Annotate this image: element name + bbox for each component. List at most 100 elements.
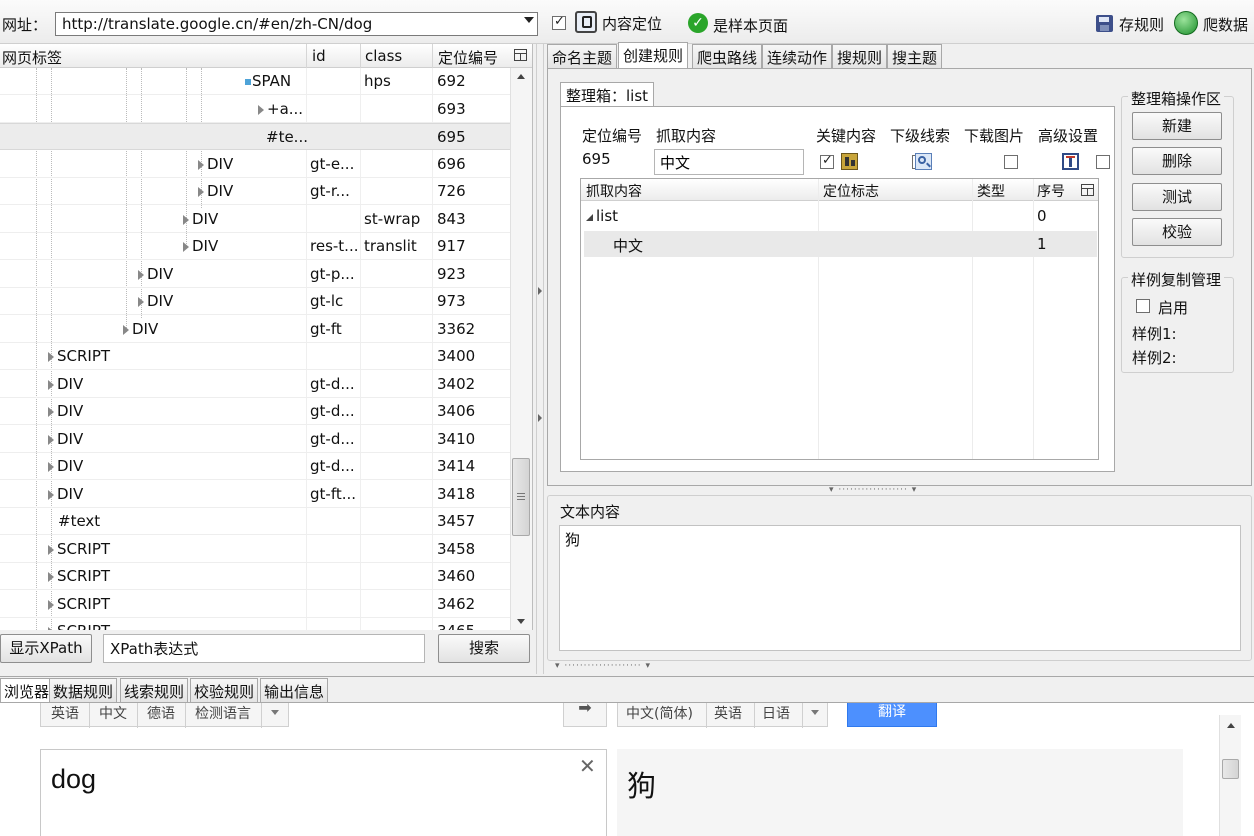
tree-row[interactable]: DIV gt-d... 3402 [0, 371, 510, 398]
expand-triangle-icon[interactable] [123, 324, 129, 335]
grid-row-list[interactable]: list 0 [581, 203, 1098, 230]
tree-row[interactable]: DIV gt-lc 973 [0, 288, 510, 315]
expand-triangle-icon[interactable] [48, 407, 54, 417]
scroll-up-icon[interactable] [517, 74, 525, 79]
text-format-icon[interactable] [1062, 153, 1079, 170]
tab-data-rules[interactable]: 数据规则 [49, 678, 118, 702]
chevron-down-icon[interactable] [524, 17, 534, 23]
grid-col-flag[interactable]: 定位标志 [823, 181, 879, 201]
expand-triangle-icon[interactable] [183, 214, 189, 225]
check-circle-icon[interactable]: ✓ [688, 13, 708, 33]
horizontal-splitter[interactable]: ▾ ·················· ▾ [547, 485, 1252, 495]
src-lang-en[interactable]: 英语 [51, 703, 79, 723]
tree-row[interactable]: SCRIPT 3465 [0, 618, 510, 630]
tree-row[interactable]: DIV gt-d... 3406 [0, 398, 510, 425]
tree-row[interactable]: #te... 695 [0, 123, 510, 150]
tree-row[interactable]: DIV gt-r... 726 [0, 178, 510, 205]
tree-row[interactable]: #text 3457 [0, 508, 510, 535]
translate-button[interactable]: 翻译 [847, 703, 937, 727]
scroll-up-icon[interactable] [1227, 723, 1235, 728]
advanced-settings-checkbox[interactable] [1096, 155, 1111, 169]
tree-row[interactable]: DIV gt-ft 3362 [0, 316, 510, 343]
source-text-area[interactable]: dog ✕ [40, 749, 607, 836]
bottom-splitter[interactable]: ▾ ···················· ▾ [547, 661, 1252, 672]
expand-triangle-icon[interactable] [48, 379, 54, 390]
scroll-thumb[interactable] [1222, 759, 1239, 779]
src-lang-zh[interactable]: 中文 [99, 703, 127, 723]
tree-row[interactable]: SCRIPT 3462 [0, 591, 510, 618]
expand-triangle-icon[interactable] [48, 462, 54, 472]
tree-row[interactable]: DIV gt-p... 923 [0, 261, 510, 288]
tree-row[interactable]: DIV gt-d... 3410 [0, 426, 510, 453]
tgt-lang-zh[interactable]: 中文(简体) [626, 703, 693, 723]
expand-triangle-icon[interactable] [258, 104, 264, 115]
crawl-data-button[interactable]: 爬数据 [1203, 14, 1248, 35]
expand-triangle-icon[interactable] [48, 599, 54, 610]
col-header-id[interactable]: id [312, 47, 326, 65]
tab-search-rule[interactable]: 搜规则 [832, 44, 888, 68]
scroll-down-icon[interactable] [517, 619, 525, 624]
expand-triangle-icon[interactable] [48, 627, 54, 630]
tree-row[interactable]: DIV st-wrap 843 [0, 206, 510, 233]
col-header-position[interactable]: 定位编号 [438, 47, 498, 68]
magnifier-icon[interactable] [915, 153, 932, 170]
column-chooser-icon[interactable] [1081, 184, 1094, 196]
expand-triangle-icon[interactable] [48, 489, 54, 500]
tab-crawler-route[interactable]: 爬虫路线 [692, 44, 763, 68]
tree-scrollbar[interactable] [510, 68, 532, 630]
grid-col-type[interactable]: 类型 [977, 181, 1005, 201]
vertical-splitter[interactable] [536, 44, 544, 674]
swap-languages-button[interactable]: ➡ [563, 703, 607, 727]
verify-button[interactable]: 校验 [1132, 218, 1222, 246]
column-chooser-icon[interactable] [514, 49, 527, 61]
tab-naming-topic[interactable]: 命名主题 [547, 44, 618, 68]
expand-triangle-icon[interactable] [138, 297, 144, 307]
grid-col-index[interactable]: 序号 [1037, 181, 1065, 201]
key-content-checkbox[interactable] [820, 153, 834, 169]
chevron-down-icon[interactable] [271, 710, 279, 715]
expand-triangle-icon[interactable] [138, 269, 144, 280]
grab-content-input[interactable] [654, 149, 804, 175]
save-disk-icon[interactable] [1096, 15, 1113, 32]
tgt-lang-en[interactable]: 英语 [714, 703, 742, 723]
tab-verify-rules[interactable]: 校验规则 [190, 678, 259, 702]
tab-output-info[interactable]: 输出信息 [260, 678, 329, 702]
tree-row[interactable]: +a... 693 [0, 96, 510, 123]
src-lang-de[interactable]: 德语 [147, 703, 175, 723]
chevron-down-icon[interactable] [811, 710, 819, 715]
col-header-class[interactable]: class [365, 47, 402, 65]
tab-clue-rules[interactable]: 线索规则 [120, 678, 189, 702]
save-rule-button[interactable]: 存规则 [1119, 14, 1164, 35]
tree-row[interactable]: DIV gt-d... 3414 [0, 453, 510, 480]
enable-checkbox[interactable] [1136, 299, 1150, 313]
tree-row[interactable]: DIV gt-ft... 3418 [0, 481, 510, 508]
tree-row[interactable]: DIV gt-e... 696 [0, 151, 510, 178]
tree-row[interactable]: SCRIPT 3458 [0, 536, 510, 563]
tab-browser[interactable]: 浏览器 [0, 678, 54, 702]
expanded-triangle-icon[interactable] [586, 214, 593, 221]
globe-icon[interactable] [1174, 11, 1198, 35]
col-header-tag[interactable]: 网页标签 [2, 47, 62, 68]
tree-row[interactable]: SPAN hps 692 [0, 68, 510, 95]
expand-triangle-icon[interactable] [48, 352, 54, 362]
expand-triangle-icon[interactable] [48, 434, 54, 445]
text-content-box[interactable]: 狗 [559, 525, 1241, 651]
close-icon[interactable]: ✕ [579, 754, 596, 778]
tab-search-topic[interactable]: 搜主题 [887, 44, 943, 68]
locate-checkbox[interactable] [552, 14, 566, 30]
tree-row[interactable]: SCRIPT 3400 [0, 343, 510, 370]
key-icon[interactable] [841, 153, 858, 170]
expand-triangle-icon[interactable] [48, 544, 54, 555]
tab-create-rule[interactable]: 创建规则 [618, 42, 689, 68]
grid-row-chinese[interactable]: 中文 1 [584, 231, 1097, 257]
new-button[interactable]: 新建 [1132, 112, 1222, 140]
tree-row[interactable]: SCRIPT 3460 [0, 563, 510, 590]
expand-triangle-icon[interactable] [198, 159, 204, 170]
xpath-input[interactable] [103, 634, 425, 663]
expand-triangle-icon[interactable] [183, 242, 189, 252]
expand-triangle-icon[interactable] [198, 187, 204, 197]
tab-continuous-action[interactable]: 连续动作 [762, 44, 833, 68]
tree-row[interactable]: DIV res-t... translit 917 [0, 233, 510, 260]
cursor-locate-icon[interactable] [575, 11, 597, 33]
delete-button[interactable]: 删除 [1132, 147, 1222, 175]
